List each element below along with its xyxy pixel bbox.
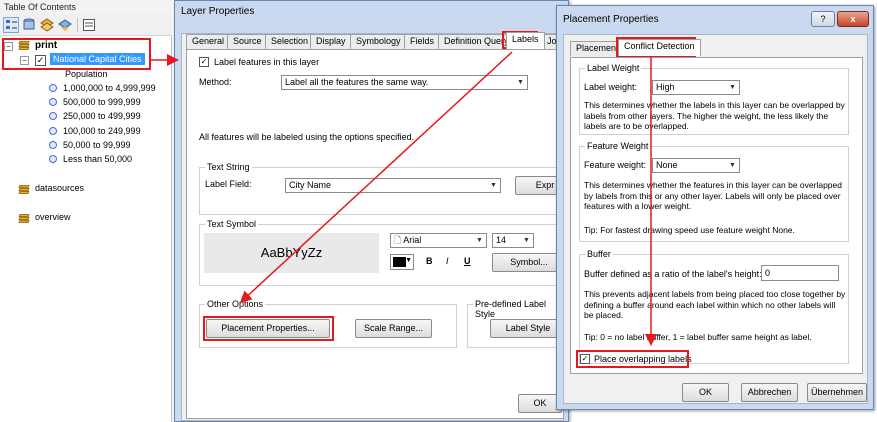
annotation-arrows [151, 51, 657, 346]
tab-labels[interactable]: Labels [506, 32, 545, 49]
tab-conflict-detection[interactable]: Conflict Detection [618, 39, 701, 56]
arrow-labels-to-placement [239, 51, 513, 304]
